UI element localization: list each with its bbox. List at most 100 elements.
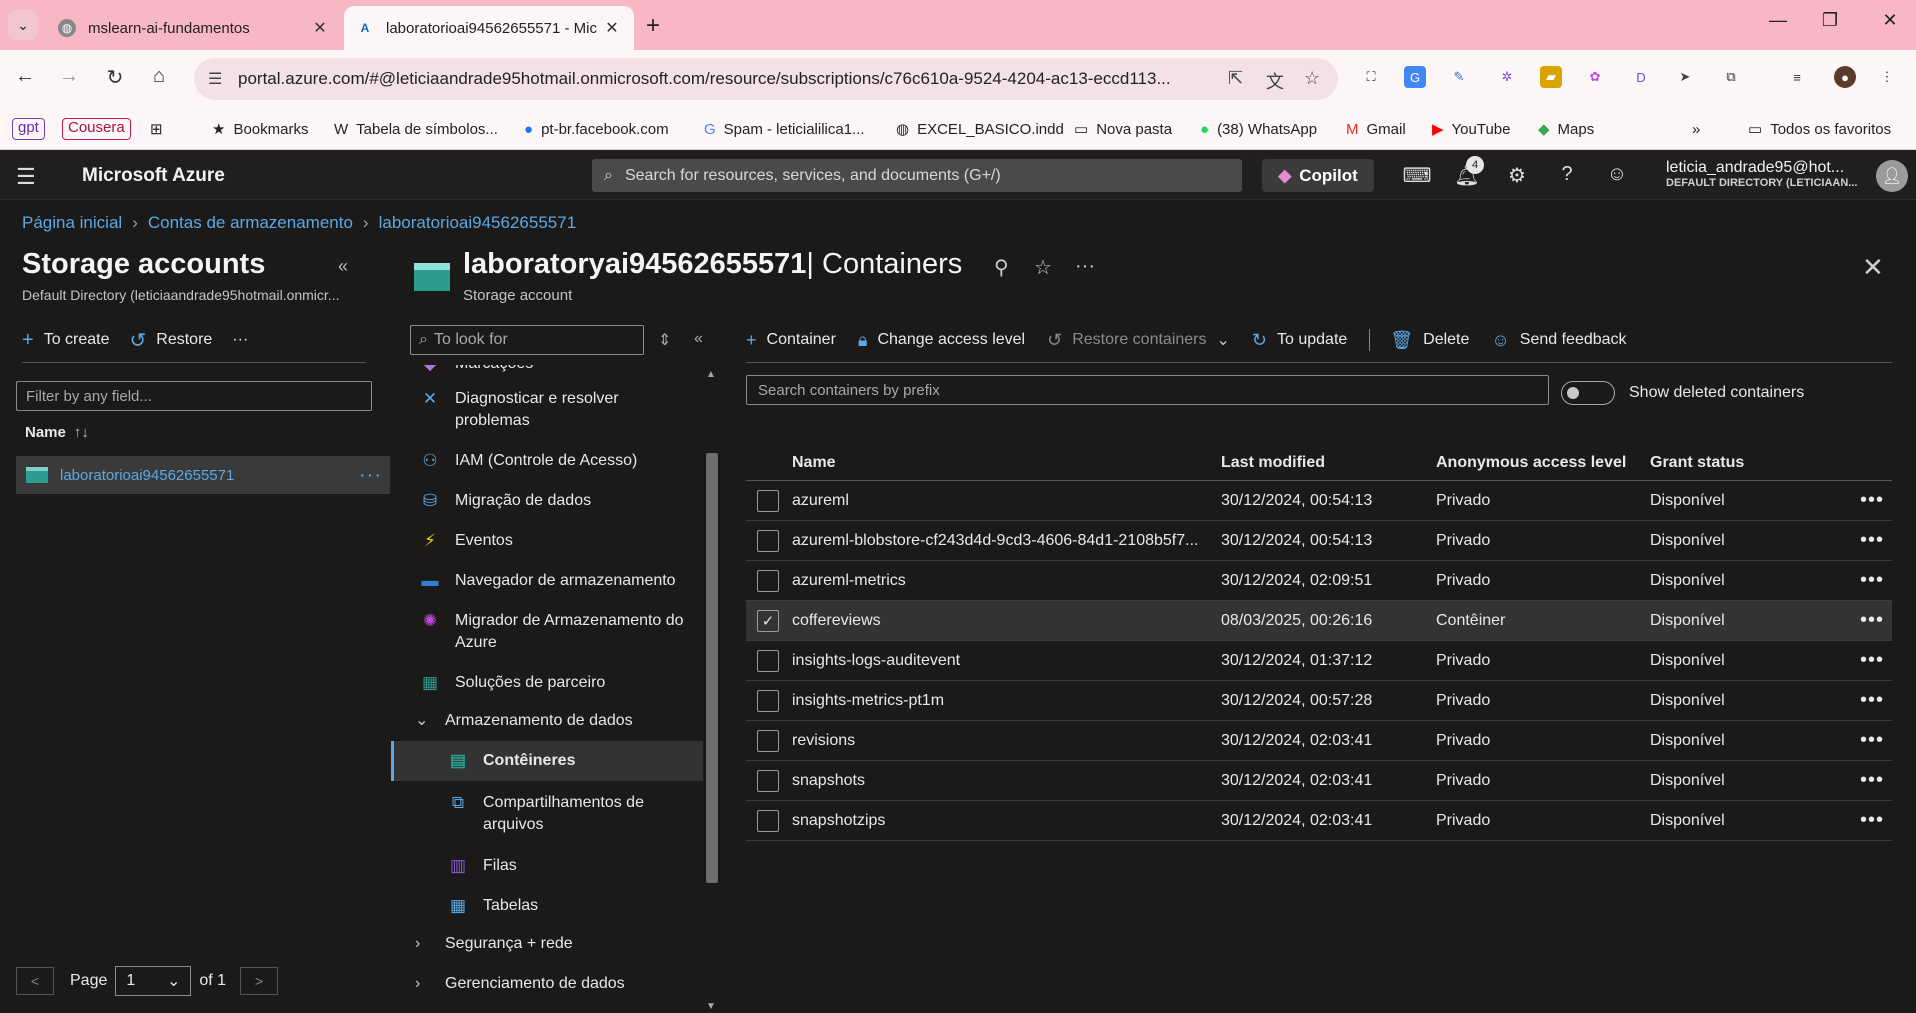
change-access-level-button[interactable]: 🔒︎ Change access level xyxy=(858,330,1025,351)
next-page-button[interactable]: > xyxy=(240,967,279,995)
row-checkbox[interactable] xyxy=(757,569,779,592)
row-checkbox[interactable] xyxy=(757,489,779,512)
site-info-icon[interactable]: ☰ xyxy=(208,69,222,89)
row-checkbox[interactable]: ✓ xyxy=(757,609,779,632)
more-actions-icon[interactable]: ··· xyxy=(232,331,248,349)
scrollbar-thumb[interactable] xyxy=(706,453,718,883)
feedback-icon[interactable]: ☺ xyxy=(1602,163,1632,186)
column-header-access-level[interactable]: Anonymous access level xyxy=(1436,454,1626,472)
menu-scrollbar[interactable]: ▲ ▼ xyxy=(703,365,721,1013)
menu-item-containers[interactable]: ▤ Contêineres xyxy=(391,741,703,781)
container-name-link[interactable]: azureml-metrics xyxy=(792,572,1212,590)
more-bookmarks-icon[interactable]: » xyxy=(1692,116,1700,142)
row-more-icon[interactable]: ••• xyxy=(1860,489,1884,512)
storage-account-row[interactable]: laboratorioai94562655571 ··· xyxy=(16,456,390,494)
show-deleted-toggle[interactable] xyxy=(1561,381,1615,405)
row-more-icon[interactable]: ••• xyxy=(1860,649,1884,672)
screenshot-icon[interactable]: ⛶ xyxy=(1360,66,1382,88)
extension-d-icon[interactable]: D xyxy=(1630,66,1652,88)
delete-button[interactable]: 🗑︎ Delete xyxy=(1390,330,1469,351)
collapse-pane-icon[interactable]: « xyxy=(338,256,348,277)
bookmark-star-icon[interactable]: ☆ xyxy=(1304,68,1320,89)
settings-gear-icon[interactable]: ⚙ xyxy=(1502,163,1532,188)
menu-item-storage-browser[interactable]: ▬ Navegador de armazenamento xyxy=(391,570,703,592)
new-tab-icon[interactable]: + xyxy=(646,12,660,40)
row-more-icon[interactable]: ••• xyxy=(1860,769,1884,792)
profile-avatar-icon[interactable]: ● xyxy=(1834,66,1856,88)
menu-item-partner-solutions[interactable]: ▦ Soluções de parceiro xyxy=(391,672,703,694)
cloud-shell-icon[interactable]: ⌨ xyxy=(1402,163,1432,188)
row-more-icon[interactable]: ••• xyxy=(1860,729,1884,752)
storage-account-name[interactable]: laboratorioai94562655571 xyxy=(60,467,359,484)
row-more-icon[interactable]: ••• xyxy=(1860,609,1884,632)
container-name-link[interactable]: azureml-blobstore-cf243d4d-9cd3-4606-84d… xyxy=(792,532,1212,550)
container-prefix-search[interactable]: Search containers by prefix xyxy=(746,375,1549,405)
row-checkbox[interactable] xyxy=(757,809,779,832)
scroll-down-icon[interactable]: ▼ xyxy=(706,1001,716,1012)
media-control-icon[interactable]: ≡ xyxy=(1786,66,1808,88)
minimize-icon[interactable]: — xyxy=(1758,10,1798,31)
table-row[interactable]: insights-logs-auditevent 30/12/2024, 01:3… xyxy=(746,641,1892,681)
filter-input[interactable]: Filter by any field... xyxy=(16,381,372,411)
breadcrumb-home[interactable]: Página inicial xyxy=(22,213,122,232)
pen-icon[interactable]: ✎ xyxy=(1448,66,1470,88)
google-translate-icon[interactable]: G xyxy=(1404,66,1426,88)
breadcrumb-resource[interactable]: laboratorioai94562655571 xyxy=(379,213,577,232)
table-row[interactable]: azureml-blobstore-cf243d4d-9cd3-4606-84d… xyxy=(746,521,1892,561)
page-select[interactable]: 1 ⌄ xyxy=(115,966,192,996)
menu-item-tags[interactable]: ◆ Marcações xyxy=(391,365,703,373)
browser-tab-azure[interactable]: A laboratorioai94562655571 - Mic ✕ xyxy=(344,6,634,50)
bookmark-spam[interactable]: G Spam - leticialilica1... xyxy=(704,116,865,142)
menu-item-storage-migrator[interactable]: ✺ Migrador de Armazenamento do Azure xyxy=(391,610,703,654)
scroll-up-icon[interactable]: ▲ xyxy=(706,369,716,380)
open-in-app-icon[interactable]: ⇱ xyxy=(1228,68,1243,89)
bookmark-all-favorites[interactable]: ▭ Todos os favoritos xyxy=(1748,116,1891,142)
row-more-icon[interactable]: ••• xyxy=(1860,809,1884,832)
more-options-icon[interactable]: ··· xyxy=(1075,255,1095,278)
bookmark-whatsapp[interactable]: ● (38) WhatsApp xyxy=(1200,116,1317,142)
global-search-input[interactable]: ⌕ Search for resources, services, and do… xyxy=(592,159,1242,192)
bookmark-youtube[interactable]: ▶ YouTube xyxy=(1432,116,1511,142)
table-row[interactable]: azureml 30/12/2024, 00:54:13 Privado Dispon… xyxy=(746,481,1892,521)
close-tab-icon[interactable]: ✕ xyxy=(310,18,330,38)
apps-grid-icon[interactable]: ⊞ xyxy=(150,116,163,142)
table-row[interactable]: snapshots 30/12/2024, 02:03:41 Privado Disp… xyxy=(746,761,1892,801)
help-icon[interactable]: ? xyxy=(1552,163,1582,186)
column-header-name[interactable]: Name xyxy=(792,454,1212,472)
container-name-link[interactable]: coffereviews xyxy=(792,612,1212,630)
column-header-last-modified[interactable]: Last modified xyxy=(1221,454,1325,472)
row-checkbox[interactable] xyxy=(757,649,779,672)
menu-item-tables[interactable]: ▦ Tabelas xyxy=(391,895,703,917)
avatar[interactable]: 👤︎ xyxy=(1876,160,1908,192)
table-row[interactable]: insights-metrics-pt1m 30/12/2024, 00:57:2… xyxy=(746,681,1892,721)
close-tab-icon[interactable]: ✕ xyxy=(602,18,622,38)
translate-icon[interactable]: 文 xyxy=(1266,68,1284,94)
restore-containers-button[interactable]: ↺ Restore containers ⌄ xyxy=(1047,330,1230,351)
menu-item-iam[interactable]: ⚇ IAM (Controle de Acesso) xyxy=(391,450,703,472)
bookmark-gpt[interactable]: gpt xyxy=(12,116,45,142)
bookmark-gmail[interactable]: M Gmail xyxy=(1346,116,1406,142)
reload-icon[interactable]: ↻ xyxy=(100,65,130,90)
menu-group-data-storage[interactable]: ⌄ Armazenamento de dados xyxy=(391,710,703,732)
previous-page-button[interactable]: < xyxy=(16,967,54,995)
container-name-link[interactable]: revisions xyxy=(792,732,1212,750)
restore-button[interactable]: ↺ Restore xyxy=(130,328,213,353)
container-name-link[interactable]: snapshots xyxy=(792,772,1212,790)
tab-search-chevron-icon[interactable]: ⌄ xyxy=(8,10,38,40)
table-row[interactable]: revisions 30/12/2024, 02:03:41 Privado Disp… xyxy=(746,721,1892,761)
container-name-link[interactable]: insights-logs-auditevent xyxy=(792,652,1212,670)
menu-item-diagnose[interactable]: ✕ Diagnosticar e resolver problemas xyxy=(391,388,703,432)
breadcrumb-storage-accounts[interactable]: Contas de armazenamento xyxy=(148,213,353,232)
bookmark-cousera[interactable]: Cousera xyxy=(62,116,131,142)
forward-icon[interactable]: → xyxy=(54,65,84,88)
table-row[interactable]: ✓ coffereviews 08/03/2025, 00:26:16 Contêin… xyxy=(746,601,1892,641)
portal-menu-icon[interactable]: ☰ xyxy=(16,164,36,190)
extension-brain-icon[interactable]: ✿ xyxy=(1584,66,1606,88)
bookmark-bookmarks[interactable]: ★ Bookmarks xyxy=(212,116,308,142)
menu-item-data-migration[interactable]: ⛁ Migração de dados xyxy=(391,490,703,512)
collapse-menu-icon[interactable]: « xyxy=(694,330,703,348)
row-more-icon[interactable]: ••• xyxy=(1860,689,1884,712)
restore-window-icon[interactable]: ❐ xyxy=(1810,10,1850,31)
account-info[interactable]: leticia_andrade95@hot... DEFAULT DIRECTO… xyxy=(1666,159,1866,189)
bookmark-nova-pasta[interactable]: ▭ Nova pasta xyxy=(1074,116,1172,142)
